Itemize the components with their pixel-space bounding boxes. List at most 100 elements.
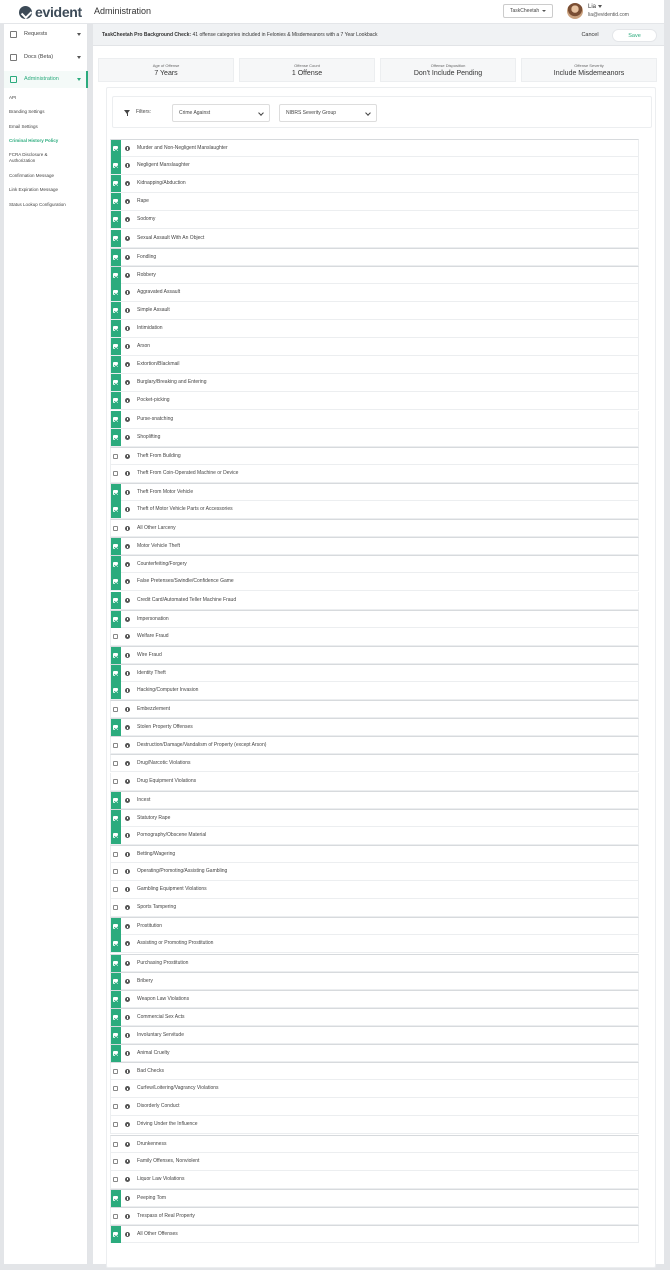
offense-row[interactable]: Peeping Tom [110,1188,639,1207]
checkbox-column[interactable] [111,301,121,319]
info-icon[interactable] [125,797,130,803]
subnav-fcra-disclosure[interactable]: FCRA Disclosure & Authorization [9,152,69,164]
info-icon[interactable] [125,1176,130,1182]
offense-row[interactable]: Destruction/Damage/Vandalism of Property… [110,736,639,755]
checkbox-column[interactable] [111,320,121,337]
info-icon[interactable] [125,1213,130,1219]
sidebar-item-administration[interactable]: Administration [4,71,88,88]
offense-row[interactable]: Pocket-picking [110,392,639,411]
offense-row[interactable]: Operating/Promoting/Assisting Gambling [110,863,639,881]
checkbox-unchecked-icon[interactable] [113,1213,118,1219]
info-icon[interactable] [125,1158,130,1164]
info-icon[interactable] [125,887,130,893]
info-icon[interactable] [125,434,130,440]
info-icon[interactable] [125,507,130,512]
checkbox-checked-icon[interactable] [113,380,118,386]
checkbox-checked-icon[interactable] [113,163,118,169]
checkbox-column[interactable] [111,737,121,754]
offense-severity-card[interactable]: Offense Severity Include Misdemeanors [521,58,657,82]
checkbox-column[interactable] [111,1153,121,1170]
offense-row[interactable]: Embezzlement [110,700,639,719]
evident-logo[interactable]: evident [19,4,82,20]
checkbox-checked-icon[interactable] [113,1195,118,1201]
checkbox-checked-icon[interactable] [113,924,118,930]
info-icon[interactable] [125,815,130,821]
info-icon[interactable] [125,254,130,260]
offense-row[interactable]: Counterfeiting/Forgery [110,555,639,574]
info-icon[interactable] [125,652,130,658]
offense-row[interactable]: Disorderly Conduct [110,1098,639,1117]
checkbox-unchecked-icon[interactable] [113,1069,118,1075]
info-icon[interactable] [125,181,130,187]
checkbox-unchecked-icon[interactable] [113,707,118,713]
offense-row[interactable]: Negligent Manslaughter [110,157,639,176]
info-icon[interactable] [125,688,130,693]
checkbox-checked-icon[interactable] [113,597,118,603]
info-icon[interactable] [125,526,130,532]
offense-row[interactable]: Gambling Equipment Violations [110,881,639,900]
offense-row[interactable]: Drug Equipment Violations [110,772,639,791]
info-icon[interactable] [125,326,130,331]
checkbox-checked-icon[interactable] [113,670,118,676]
checkbox-unchecked-icon[interactable] [113,633,118,639]
offense-row[interactable]: Liquor Law Violations [110,1170,639,1189]
checkbox-column[interactable] [111,1080,121,1097]
subnav-criminal-history-policy[interactable]: Criminal History Policy [9,138,85,144]
checkbox-column[interactable] [111,719,121,737]
info-icon[interactable] [125,453,130,459]
info-icon[interactable] [125,996,130,1002]
checkbox-column[interactable] [111,701,121,718]
checkbox-checked-icon[interactable] [113,1232,118,1237]
checkbox-column[interactable] [111,1226,121,1243]
info-icon[interactable] [125,289,130,295]
offense-row[interactable]: Pornography/Obscene Material [110,826,639,845]
checkbox-checked-icon[interactable] [113,1051,118,1056]
info-icon[interactable] [125,670,130,676]
checkbox-column[interactable] [111,935,121,953]
checkbox-column[interactable] [111,501,121,518]
offense-row[interactable]: Theft From Coin-Operated Machine or Devi… [110,464,639,483]
offense-row[interactable]: Incest [110,790,639,809]
info-icon[interactable] [125,1122,130,1128]
offense-row[interactable]: Assisting or Promoting Prostitution [110,935,639,954]
info-icon[interactable] [125,1014,130,1020]
info-icon[interactable] [125,163,130,169]
info-icon[interactable] [125,616,130,622]
offense-row[interactable]: Aggravated Assault [110,283,639,302]
checkbox-checked-icon[interactable] [113,181,118,187]
crime-against-select[interactable]: Crime Against [172,104,270,122]
info-icon[interactable] [125,924,130,930]
info-icon[interactable] [125,597,130,603]
sidebar-item-docs[interactable]: Docs (Beta) [4,49,88,66]
subnav-confirmation-message[interactable]: Confirmation Message [9,173,85,179]
checkbox-checked-icon[interactable] [113,616,118,622]
checkbox-checked-icon[interactable] [113,579,118,585]
checkbox-checked-icon[interactable] [113,1014,118,1020]
age-of-offense-card[interactable]: Age of Offense 7 Years [98,58,234,82]
checkbox-checked-icon[interactable] [113,544,118,550]
checkbox-column[interactable] [111,1189,121,1207]
checkbox-column[interactable] [111,175,121,193]
offense-row[interactable]: Intimidation [110,320,639,338]
offense-row[interactable]: Commercial Sex Acts [110,1007,639,1026]
checkbox-column[interactable] [111,1045,121,1062]
info-icon[interactable] [125,869,130,874]
checkbox-unchecked-icon[interactable] [113,1122,118,1128]
info-icon[interactable] [125,307,130,313]
checkbox-unchecked-icon[interactable] [113,526,118,532]
info-icon[interactable] [125,235,130,241]
info-icon[interactable] [125,544,130,550]
offense-row[interactable]: Welfare Fraud [110,627,639,646]
checkbox-column[interactable] [111,881,121,898]
checkbox-checked-icon[interactable] [113,217,118,223]
info-icon[interactable] [125,562,130,568]
checkbox-column[interactable] [111,1116,121,1133]
checkbox-column[interactable] [111,520,121,537]
checkbox-checked-icon[interactable] [113,362,118,368]
checkbox-unchecked-icon[interactable] [113,1086,118,1092]
offense-row[interactable]: Drug/Narcotic Violations [110,754,639,773]
info-icon[interactable] [125,832,130,838]
info-icon[interactable] [125,1104,130,1110]
checkbox-column[interactable] [111,773,121,790]
offense-row[interactable]: Identity Theft [110,663,639,682]
